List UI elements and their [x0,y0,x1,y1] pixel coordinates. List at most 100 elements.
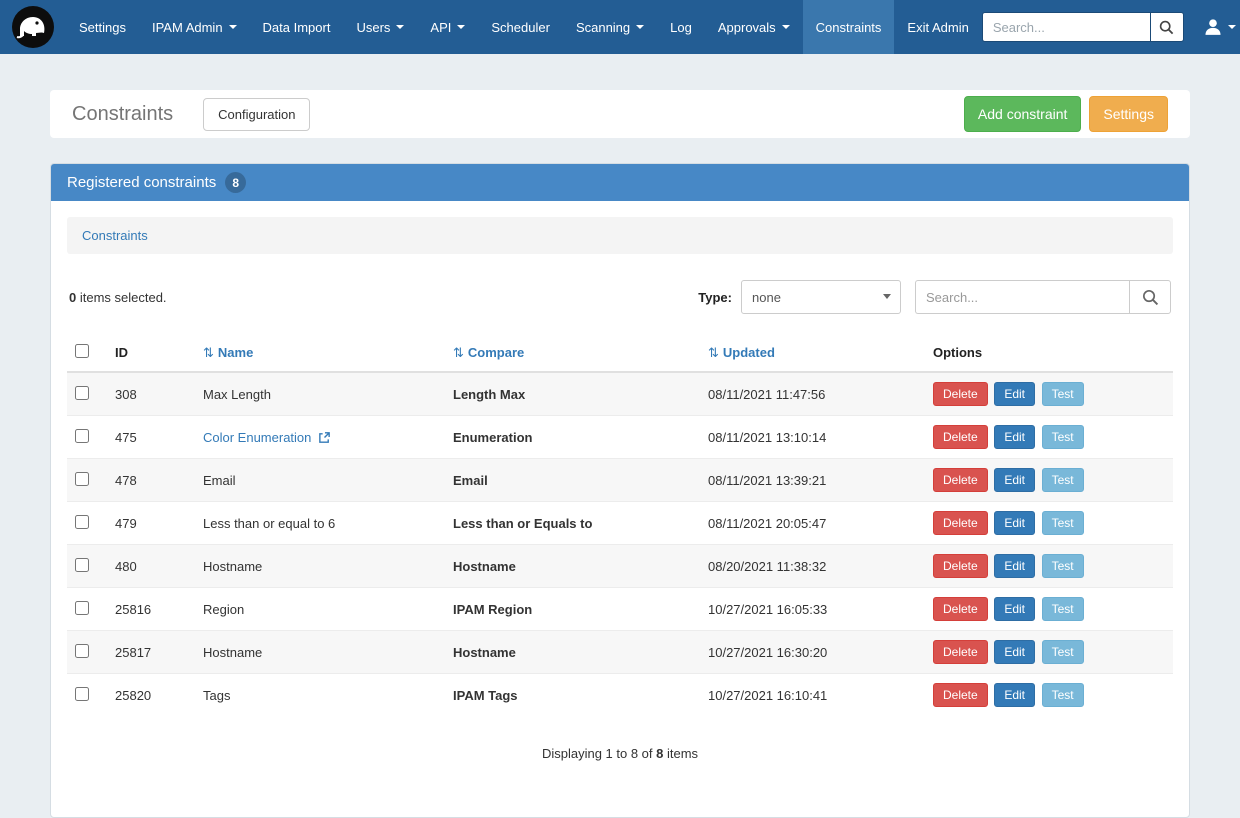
delete-button[interactable]: Delete [933,554,988,578]
options-cell: Delete Edit Test [925,372,1173,416]
name-cell: Hostname [195,545,445,588]
nav-item-label: Users [356,20,390,35]
options-cell: Delete Edit Test [925,588,1173,631]
header-actions: Add constraint Settings [964,96,1168,132]
column-header-updated[interactable]: ⇅Updated [700,334,925,372]
options-cell: Delete Edit Test [925,502,1173,545]
edit-button[interactable]: Edit [994,597,1035,621]
row-checkbox[interactable] [75,601,89,615]
page-header: Constraints Configuration Add constraint… [50,90,1190,138]
delete-button[interactable]: Delete [933,683,988,707]
constraint-name: Less than or equal to 6 [203,516,335,531]
edit-button[interactable]: Edit [994,468,1035,492]
table-row: 25817 Hostname Hostname 10/27/2021 16:30… [67,631,1173,674]
constraint-name[interactable]: Color Enumeration [203,430,311,445]
row-checkbox[interactable] [75,472,89,486]
nav-item-data-import[interactable]: Data Import [250,0,344,54]
nav-item-users[interactable]: Users [343,0,417,54]
delete-button[interactable]: Delete [933,425,988,449]
nav-item-label: IPAM Admin [152,20,223,35]
row-checkbox[interactable] [75,644,89,658]
name-cell: Email [195,459,445,502]
row-checkbox[interactable] [75,429,89,443]
settings-button[interactable]: Settings [1089,96,1168,132]
test-button[interactable]: Test [1042,640,1084,664]
checkbox-cell [67,416,107,459]
test-button[interactable]: Test [1042,554,1084,578]
select-all-header [67,334,107,372]
table-search-group [915,280,1171,314]
checkbox-cell [67,588,107,631]
nav-item-constraints[interactable]: Constraints [803,0,895,54]
constraint-id: 478 [107,459,195,502]
table-search-input[interactable] [915,280,1129,314]
row-checkbox[interactable] [75,687,89,701]
edit-button[interactable]: Edit [994,425,1035,449]
table-search-button[interactable] [1129,280,1171,314]
navbar-search-input[interactable] [982,12,1150,42]
app-logo[interactable] [10,4,56,50]
caret-down-icon [636,25,644,29]
row-checkbox[interactable] [75,515,89,529]
test-button[interactable]: Test [1042,597,1084,621]
test-button[interactable]: Test [1042,382,1084,406]
search-icon [1159,20,1174,35]
user-menu[interactable] [1198,18,1240,36]
table-row: 475 Color Enumeration Enumeration 08/11/… [67,416,1173,459]
caret-down-icon [229,25,237,29]
nav-item-log[interactable]: Log [657,0,705,54]
test-button[interactable]: Test [1042,425,1084,449]
column-header-id: ID [107,334,195,372]
edit-button[interactable]: Edit [994,554,1035,578]
delete-button[interactable]: Delete [933,468,988,492]
constraint-id: 479 [107,502,195,545]
edit-button[interactable]: Edit [994,683,1035,707]
column-header-name[interactable]: ⇅Name [195,334,445,372]
nav-item-label: Data Import [263,20,331,35]
sort-icon: ⇅ [453,345,464,360]
nav-item-label: Log [670,20,692,35]
navbar-search-button[interactable] [1150,12,1184,42]
constraint-id: 25820 [107,674,195,717]
sort-icon: ⇅ [708,345,719,360]
nav-item-api[interactable]: API [417,0,478,54]
constraint-id: 25816 [107,588,195,631]
constraint-compare: Hostname [445,631,700,674]
delete-button[interactable]: Delete [933,597,988,621]
column-header-compare[interactable]: ⇅Compare [445,334,700,372]
configuration-button[interactable]: Configuration [203,98,310,131]
test-button[interactable]: Test [1042,511,1084,535]
type-filter-select[interactable]: none [741,280,901,314]
constraint-name: Hostname [203,645,262,660]
panel-title: Registered constraints [67,174,216,191]
row-checkbox[interactable] [75,386,89,400]
select-all-checkbox[interactable] [75,344,89,358]
search-icon [1142,289,1159,306]
delete-button[interactable]: Delete [933,382,988,406]
delete-button[interactable]: Delete [933,511,988,535]
checkbox-cell [67,502,107,545]
edit-button[interactable]: Edit [994,640,1035,664]
caret-down-icon [883,294,891,299]
edit-button[interactable]: Edit [994,382,1035,406]
user-icon [1204,18,1222,36]
name-cell: Tags [195,674,445,717]
nav-item-ipam-admin[interactable]: IPAM Admin [139,0,250,54]
footer-text-after: items [663,746,698,761]
options-cell: Delete Edit Test [925,459,1173,502]
tab-constraints[interactable]: Constraints [82,228,148,243]
add-constraint-button[interactable]: Add constraint [964,96,1082,132]
nav-item-scheduler[interactable]: Scheduler [478,0,563,54]
nav-item-settings[interactable]: Settings [66,0,139,54]
nav-item-label: Scanning [576,20,630,35]
nav-item-approvals[interactable]: Approvals [705,0,803,54]
delete-button[interactable]: Delete [933,640,988,664]
nav-item-exit-admin[interactable]: Exit Admin [894,0,981,54]
test-button[interactable]: Test [1042,683,1084,707]
table-row: 25816 Region IPAM Region 10/27/2021 16:0… [67,588,1173,631]
nav-item-scanning[interactable]: Scanning [563,0,657,54]
table-row: 25820 Tags IPAM Tags 10/27/2021 16:10:41… [67,674,1173,717]
edit-button[interactable]: Edit [994,511,1035,535]
row-checkbox[interactable] [75,558,89,572]
test-button[interactable]: Test [1042,468,1084,492]
